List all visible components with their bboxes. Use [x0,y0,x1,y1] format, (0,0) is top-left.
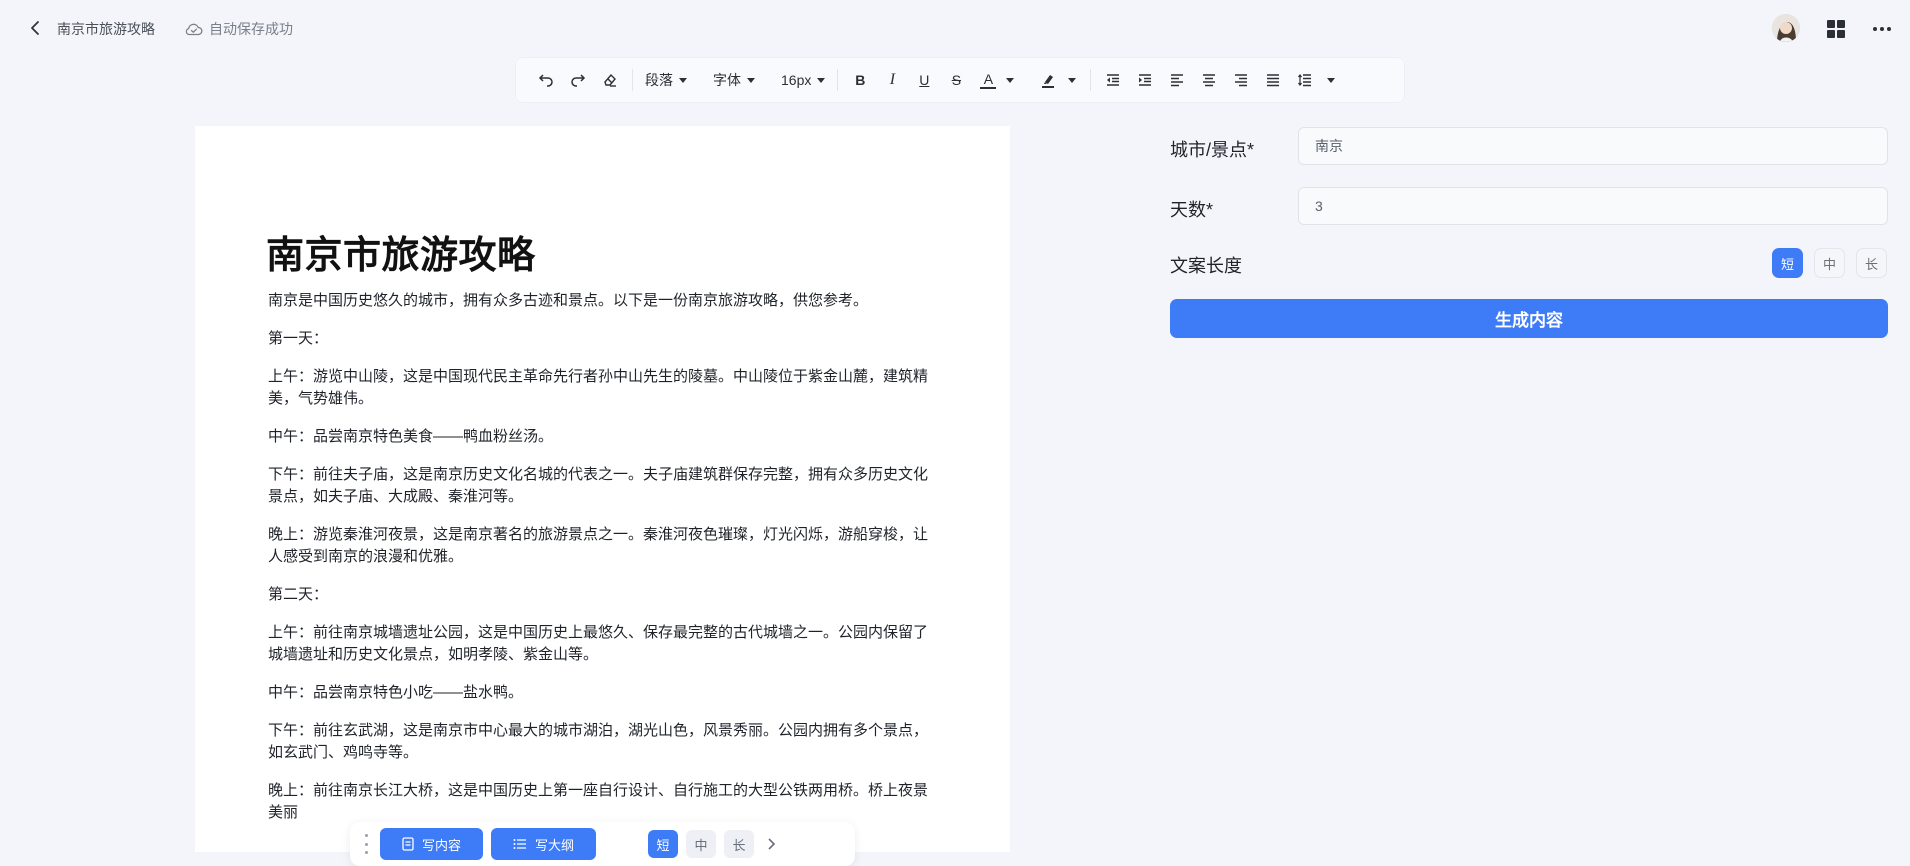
align-center-icon [1203,74,1216,87]
doc-paragraph[interactable]: 晚上：游览秦淮河夜景，这是南京著名的旅游景点之一。秦淮河夜色璀璨，灯光闪烁，游船… [268,524,938,568]
ai-writing-bar: 写内容 写大纲 短 中 长 [350,822,855,866]
length-long-button[interactable]: 长 [1856,248,1887,278]
document-page[interactable]: 南京市旅游攻略 南京是中国历史悠久的城市，拥有众多古迹和景点。以下是一份南京旅游… [195,126,1010,852]
document-body[interactable]: 南京是中国历史悠久的城市，拥有众多古迹和景点。以下是一份南京旅游攻略，供您参考。… [268,290,938,840]
write-content-button[interactable]: 写内容 [380,828,484,860]
font-size-label: 16px [781,72,812,88]
font-label: 字体 [713,72,741,88]
font-size-dropdown[interactable]: 16px [775,65,831,95]
line-spacing-caret-icon[interactable] [1327,77,1336,83]
write-outline-label: 写大纲 [535,837,575,853]
doc-paragraph[interactable]: 中午：品尝南京特色美食——鸭血粉丝汤。 [268,426,938,448]
font-family-dropdown[interactable]: 字体 [707,65,761,95]
bold-button[interactable]: B [846,65,874,95]
highlight-color-button[interactable] [1034,65,1062,95]
caret-down-icon [679,77,687,83]
doc-paragraph[interactable]: 第二天： [268,584,938,606]
city-label: 城市/景点* [1170,140,1255,160]
paragraph-style-dropdown[interactable]: 段落 [639,65,693,95]
doc-paragraph[interactable]: 第一天： [268,328,938,350]
indent-increase-button[interactable] [1131,65,1159,95]
undo-icon [538,74,553,87]
length-long-toggle[interactable]: 长 [724,830,755,858]
align-left-icon [1171,74,1184,87]
doc-paragraph[interactable]: 下午：前往玄武湖，这是南京市中心最大的城市湖泊，湖光山色，风景秀丽。公园内拥有多… [268,720,938,764]
length-medium-toggle[interactable]: 中 [686,830,717,858]
cloud-check-icon [185,23,203,36]
length-selector: 短 中 长 [1772,248,1887,278]
align-justify-button[interactable] [1259,65,1287,95]
clear-format-button[interactable] [596,65,624,95]
length-short-button[interactable]: 短 [1772,248,1803,278]
length-short-toggle[interactable]: 短 [648,830,679,858]
caret-down-icon [747,77,755,83]
toolbar-divider [837,69,839,91]
days-label: 天数* [1170,200,1214,220]
line-spacing-button[interactable] [1291,65,1319,95]
chevron-right-icon[interactable] [762,835,780,853]
document-icon [402,837,414,851]
font-color-swatch [980,86,997,89]
avatar-image [1772,14,1800,42]
write-content-label: 写内容 [422,837,462,853]
font-color-button[interactable]: A [974,65,1002,95]
doc-paragraph[interactable]: 上午：游览中山陵，这是中国现代民主革命先行者孙中山先生的陵墓。中山陵位于紫金山麓… [268,366,938,410]
redo-button[interactable] [564,65,592,95]
write-outline-button[interactable]: 写大纲 [491,828,597,860]
undo-button[interactable] [532,65,560,95]
align-left-button[interactable] [1163,65,1191,95]
doc-paragraph[interactable]: 中午：品尝南京特色小吃——盐水鸭。 [268,682,938,704]
toolbar-divider [1090,69,1092,91]
doc-paragraph[interactable]: 下午：前往夫子庙，这是南京历史文化名城的代表之一。夫子庙建筑群保存完整，拥有众多… [268,464,938,508]
list-icon [513,839,527,849]
align-right-icon [1235,74,1248,87]
align-justify-icon [1267,74,1280,87]
outdent-icon [1107,74,1120,86]
font-color-letter: A [983,70,994,87]
user-avatar[interactable] [1772,14,1800,42]
generate-content-button[interactable]: 生成内容 [1170,299,1888,338]
font-color-caret-icon[interactable] [1006,77,1015,83]
caret-down-icon [817,77,826,83]
document-heading[interactable]: 南京市旅游攻略 [266,224,536,279]
back-arrow-icon[interactable] [27,19,45,37]
align-right-button[interactable] [1227,65,1255,95]
italic-button[interactable]: I [878,65,906,95]
days-input[interactable] [1298,187,1888,225]
length-label: 文案长度 [1170,256,1242,276]
length-medium-button[interactable]: 中 [1814,248,1845,278]
apps-grid-icon[interactable] [1825,18,1847,40]
highlighter-icon [1042,75,1055,88]
drag-handle[interactable] [360,834,372,854]
redo-icon [571,74,586,87]
document-title-breadcrumb[interactable]: 南京市旅游攻略 [57,19,155,39]
indent-icon [1139,74,1152,86]
doc-paragraph[interactable]: 晚上：前往南京长江大桥，这是中国历史上第一座自行设计、自行施工的大型公铁两用桥。… [268,780,938,824]
highlight-caret-icon[interactable] [1068,77,1077,83]
doc-paragraph[interactable]: 南京是中国历史悠久的城市，拥有众多古迹和景点。以下是一份南京旅游攻略，供您参考。 [268,290,938,312]
eraser-icon [604,73,616,87]
save-status-text: 自动保存成功 [209,21,293,37]
top-bar: 南京市旅游攻略 自动保存成功 [0,0,1910,56]
underline-button[interactable]: U [910,65,938,95]
more-options-icon[interactable] [1870,18,1894,40]
formatting-toolbar: 段落 字体 16px B I U S A [515,57,1405,103]
doc-paragraph[interactable]: 上午：前往南京城墙遗址公园，这是中国历史上最悠久、保存最完整的古代城墙之一。公园… [268,622,938,666]
paragraph-label: 段落 [645,72,673,88]
indent-decrease-button[interactable] [1099,65,1127,95]
city-input[interactable] [1298,127,1888,165]
toolbar-divider [632,69,633,91]
align-center-button[interactable] [1195,65,1223,95]
line-height-icon [1298,74,1312,87]
save-status: 自动保存成功 [185,19,293,39]
strikethrough-button[interactable]: S [942,65,970,95]
